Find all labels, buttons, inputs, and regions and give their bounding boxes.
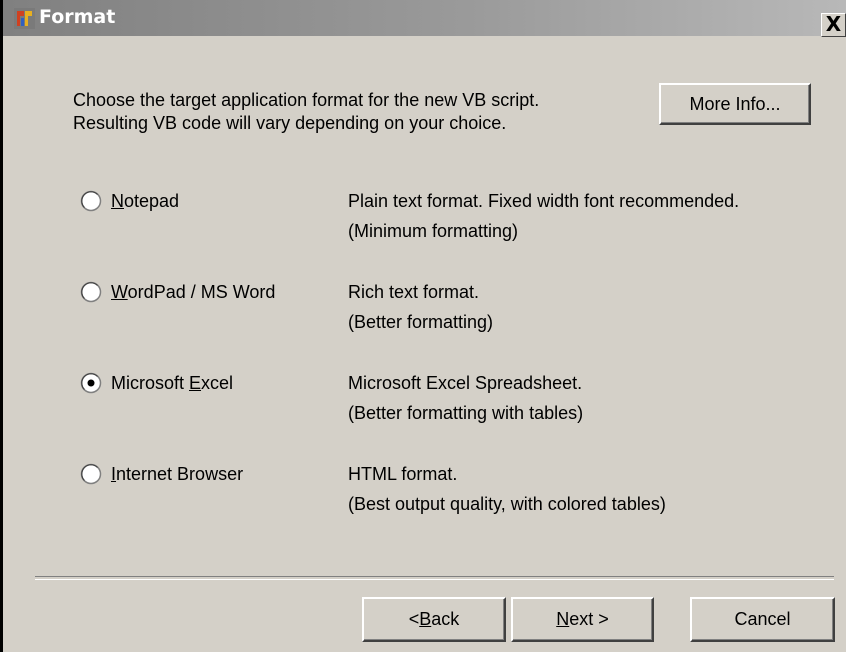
intro-line-1: Choose the target application format for… <box>73 90 540 110</box>
close-icon: X <box>825 12 842 36</box>
radio-excel[interactable] <box>80 372 102 394</box>
desc-excel: Microsoft Excel Spreadsheet. (Better for… <box>348 368 583 428</box>
desc-notepad-line-2: (Minimum formatting) <box>348 221 519 241</box>
desc-excel-line-2: (Better formatting with tables) <box>348 403 584 423</box>
radio-notepad[interactable] <box>80 190 102 212</box>
back-button[interactable]: < Back <box>362 597 506 642</box>
title-bar[interactable]: Format X <box>3 0 846 37</box>
option-label-excel[interactable]: Microsoft Excel <box>111 372 233 394</box>
desc-wordpad: Rich text format. (Better formatting) <box>348 277 493 337</box>
desc-excel-line-1: Microsoft Excel Spreadsheet. <box>348 373 583 393</box>
format-dialog: Format X Choose the target application f… <box>0 0 846 652</box>
desc-notepad-line-1: Plain text format. Fixed width font reco… <box>348 191 740 211</box>
desc-browser-line-1: HTML format. <box>348 464 458 484</box>
close-button[interactable]: X <box>821 13 846 37</box>
radio-browser[interactable] <box>80 463 102 485</box>
desc-notepad: Plain text format. Fixed width font reco… <box>348 186 739 246</box>
desc-browser: HTML format. (Best output quality, with … <box>348 459 666 519</box>
more-info-button[interactable]: More Info... <box>659 83 811 125</box>
desc-wordpad-line-2: (Better formatting) <box>348 312 494 332</box>
app-icon <box>14 8 35 29</box>
next-button[interactable]: Next > <box>511 597 654 642</box>
window-title: Format <box>39 6 116 28</box>
option-label-notepad[interactable]: Notepad <box>111 190 179 212</box>
intro-line-2: Resulting VB code will vary depending on… <box>73 113 507 133</box>
radio-wordpad[interactable] <box>80 281 102 303</box>
desc-wordpad-line-1: Rich text format. <box>348 282 480 302</box>
desc-browser-line-2: (Best output quality, with colored table… <box>348 494 666 514</box>
intro-text: Choose the target application format for… <box>73 89 539 135</box>
separator <box>35 576 834 580</box>
option-label-wordpad[interactable]: WordPad / MS Word <box>111 281 275 303</box>
cancel-button[interactable]: Cancel <box>690 597 835 642</box>
radio-selected-dot <box>87 379 95 387</box>
option-label-browser[interactable]: Internet Browser <box>111 463 243 485</box>
